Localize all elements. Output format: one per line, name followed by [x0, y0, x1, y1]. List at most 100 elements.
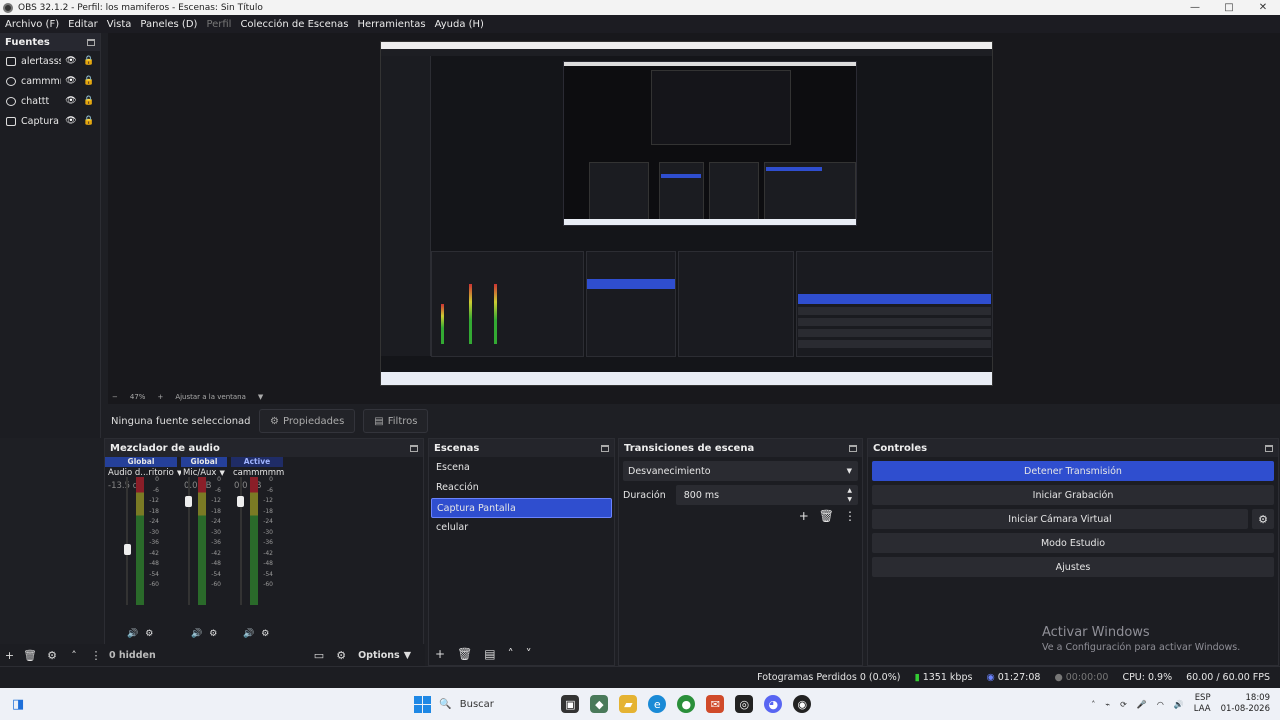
undock-icon[interactable]	[849, 444, 857, 452]
chevron-up-icon[interactable]: ˄	[63, 649, 85, 662]
virtual-camera-settings-icon[interactable]: ⚙	[1252, 509, 1274, 529]
filters-button[interactable]: ▤ Filtros	[363, 409, 429, 433]
audio-settings-icon[interactable]: ⚙	[145, 629, 153, 639]
scene-item[interactable]: Escena	[431, 458, 612, 478]
transition-type-select[interactable]: Desvanecimiento ▼	[623, 461, 858, 481]
volume-icon[interactable]: 🔊	[1174, 700, 1184, 709]
mail-icon[interactable]: ✉	[706, 695, 725, 713]
start-button[interactable]	[414, 695, 432, 713]
spin-arrows-icon[interactable]: ▲ ▼	[847, 486, 852, 504]
microphone-icon[interactable]: 🎤	[1137, 700, 1147, 709]
taskbar-search[interactable]: 🔍 Buscar	[431, 692, 551, 716]
virtual-camera-button[interactable]: Iniciar Cámara Virtual	[872, 509, 1248, 529]
lock-icon[interactable]: 🔒	[82, 96, 96, 106]
maximize-button[interactable]: □	[1212, 0, 1246, 15]
eye-icon[interactable]: 👁	[64, 56, 78, 66]
menu-paneles[interactable]: Paneles (D)	[140, 19, 197, 30]
stop-stream-button[interactable]: Detener Transmisión	[872, 461, 1274, 481]
source-item[interactable]: chattt 👁 🔒	[0, 91, 100, 111]
source-item[interactable]: cammmm 👁 🔒	[0, 71, 100, 91]
zoom-dropdown-icon[interactable]: ▼	[258, 393, 263, 401]
menu-coleccion[interactable]: Colección de Escenas	[240, 19, 348, 30]
options-label: Options	[358, 649, 400, 661]
stream-timer: ◉ 01:27:08	[986, 672, 1040, 683]
widgets-icon[interactable]: ◨	[12, 697, 24, 712]
menu-perfil[interactable]: Perfil	[206, 19, 231, 30]
store-app-icon[interactable]: ◆	[590, 695, 609, 713]
speaker-icon[interactable]: 🔊	[191, 629, 202, 639]
undock-icon[interactable]	[87, 38, 95, 46]
obs-taskbar-icon[interactable]: ◎	[735, 695, 754, 713]
wifi-icon[interactable]: ◠	[1157, 700, 1164, 709]
options-dropdown[interactable]: Options ▼	[358, 650, 411, 661]
duration-spinbox[interactable]: 800 ms ▲ ▼	[675, 485, 858, 505]
mixer-menu-icon[interactable]: ⚙	[336, 649, 346, 662]
menu-vista[interactable]: Vista	[107, 19, 132, 30]
discord-icon[interactable]: ◕	[764, 695, 783, 713]
trash-icon[interactable]: 🗑	[457, 647, 472, 661]
fader-knob[interactable]	[237, 496, 244, 507]
add-transition-icon[interactable]: +	[799, 509, 809, 523]
audio-settings-icon[interactable]: ⚙	[209, 629, 217, 639]
source-item[interactable]: Captura d 👁 🔒	[0, 111, 100, 131]
zoom-out-button[interactable]: −	[112, 393, 118, 401]
bitrate-value: 1351 kbps	[922, 672, 973, 683]
more-icon[interactable]: ⋮	[844, 509, 856, 523]
eye-icon[interactable]: 👁	[64, 96, 78, 106]
lock-icon[interactable]: 🔒	[82, 116, 96, 126]
volume-fader[interactable]	[126, 477, 128, 605]
undock-icon[interactable]	[601, 444, 609, 452]
zoom-in-button[interactable]: +	[157, 393, 163, 401]
clock[interactable]: 18:09 01-08-2026	[1221, 693, 1270, 715]
edge-icon[interactable]: e	[648, 695, 667, 713]
menu-herramientas[interactable]: Herramientas	[357, 19, 425, 30]
scene-item[interactable]: celular	[431, 518, 612, 538]
trash-icon[interactable]: 🗑	[19, 649, 41, 662]
audio-mixer-dock: Mezclador de audio Global Audio d...rito…	[104, 438, 424, 666]
audio-settings-icon[interactable]: ⚙	[261, 629, 269, 639]
add-scene-icon[interactable]: +	[435, 647, 445, 661]
undock-icon[interactable]	[410, 444, 418, 452]
image-icon	[6, 56, 16, 66]
menu-ayuda[interactable]: Ayuda (H)	[435, 19, 484, 30]
scene-item-selected[interactable]: Captura Pantalla	[431, 498, 612, 518]
chevron-up-icon[interactable]: ˄	[508, 647, 514, 661]
sources-header: Fuentes	[0, 33, 100, 51]
menu-editar[interactable]: Editar	[68, 19, 98, 30]
speaker-icon[interactable]: 🔊	[127, 629, 138, 639]
fader-knob[interactable]	[185, 496, 192, 507]
filter-icon[interactable]: ▤	[484, 647, 495, 661]
eye-icon[interactable]: 👁	[64, 116, 78, 126]
source-item[interactable]: alertasss 👁 🔒	[0, 51, 100, 71]
eye-icon[interactable]: 👁	[64, 76, 78, 86]
network-icon[interactable]: ⌁	[1105, 700, 1110, 709]
trash-icon[interactable]: 🗑	[819, 509, 834, 523]
scene-item[interactable]: Reacción	[431, 478, 612, 498]
fit-window-button[interactable]: Ajustar a la ventana	[175, 393, 246, 401]
obs-active-icon[interactable]: ◉	[793, 695, 812, 713]
chevron-up-icon[interactable]: ˄	[1091, 700, 1095, 709]
chevron-down-icon[interactable]: ˅	[526, 647, 532, 661]
lock-icon[interactable]: 🔒	[82, 56, 96, 66]
fader-knob[interactable]	[124, 544, 131, 555]
studio-mode-button[interactable]: Modo Estudio	[872, 533, 1274, 553]
close-button[interactable]: ✕	[1246, 0, 1280, 15]
sync-icon[interactable]: ⟳	[1120, 700, 1127, 709]
chrome-icon[interactable]: ●	[677, 695, 696, 713]
start-recording-button[interactable]: Iniciar Grabación	[872, 485, 1274, 505]
preview-canvas[interactable]	[108, 33, 1280, 390]
menu-archivo[interactable]: Archivo (F)	[5, 19, 59, 30]
minimize-button[interactable]: —	[1178, 0, 1212, 15]
more-icon[interactable]: ⋮	[85, 649, 107, 662]
layout-icon[interactable]: ▭	[314, 649, 324, 662]
file-explorer-icon[interactable]: ▰	[619, 695, 638, 713]
add-source-icon[interactable]: +	[0, 649, 19, 662]
speaker-icon[interactable]: 🔊	[243, 629, 254, 639]
gear-icon[interactable]: ⚙	[41, 649, 63, 662]
task-view-icon[interactable]: ▣	[561, 695, 580, 713]
properties-button[interactable]: ⚙ Propiedades	[259, 409, 356, 433]
settings-button[interactable]: Ajustes	[872, 557, 1274, 577]
undock-icon[interactable]	[1265, 444, 1273, 452]
language-indicator[interactable]: ESP LAA	[1194, 693, 1211, 715]
lock-icon[interactable]: 🔒	[82, 76, 96, 86]
